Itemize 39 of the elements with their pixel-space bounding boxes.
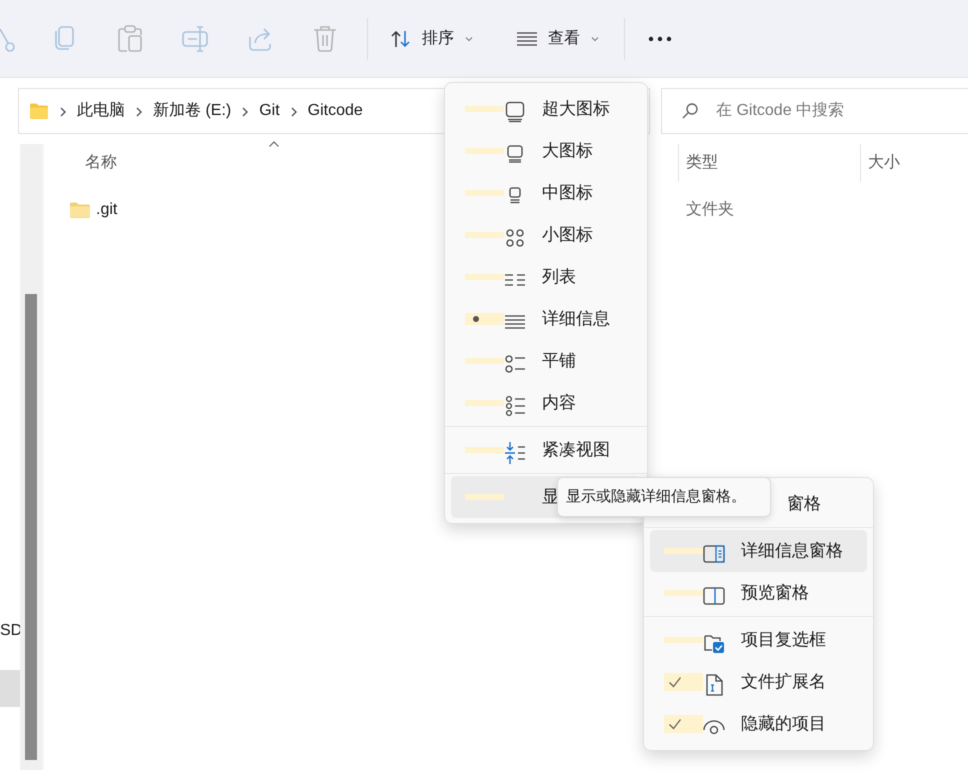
breadcrumb-link[interactable]: 此电脑 — [77, 99, 125, 123]
small-icons-icon — [504, 226, 526, 249]
breadcrumb-link[interactable]: Gitcode — [308, 99, 363, 123]
column-header[interactable]: 名称 — [85, 151, 117, 175]
search-icon — [681, 102, 699, 120]
column-header[interactable]: 类型 — [686, 151, 718, 175]
menu-item[interactable]: 详细信息窗格 — [650, 530, 867, 572]
menu-item[interactable]: 详细信息 — [451, 298, 641, 340]
menu-item[interactable]: 紧凑视图 — [451, 429, 641, 471]
menu-item[interactable]: 列表 — [451, 256, 641, 298]
search-field[interactable]: 在 Gitcode 中搜索 — [661, 88, 968, 134]
breadcrumb-link[interactable]: Git — [259, 99, 280, 123]
tooltip: 显示或隐藏详细信息窗格。 — [557, 477, 771, 517]
menu-item[interactable]: 中图标 — [451, 172, 641, 214]
menu-item[interactable]: 文件扩展名 — [650, 661, 867, 703]
tiles-icon — [504, 352, 526, 375]
file-type: 文件夹 — [685, 200, 734, 220]
extra-large-icons-icon — [504, 100, 526, 123]
details-pane-icon — [703, 542, 725, 565]
menu-item[interactable]: 小图标 — [451, 214, 641, 256]
menu-item[interactable]: 超大图标 — [451, 88, 641, 130]
breadcrumb-link[interactable]: 新加卷 (E:) — [153, 99, 232, 123]
folder-icon — [70, 202, 90, 218]
content-icon — [504, 394, 526, 417]
column-header[interactable]: 大小 — [868, 151, 900, 175]
view-button[interactable]: 查看 — [514, 22, 602, 54]
scrollbar-thumb[interactable] — [25, 294, 37, 760]
nav-item[interactable] — [0, 670, 22, 707]
more-icon — [647, 34, 673, 42]
menu-item[interactable]: 项目复选框 — [650, 619, 867, 661]
menu-item[interactable]: 隐藏的项目 — [650, 703, 867, 745]
menu-item[interactable]: 预览窗格 — [650, 572, 867, 614]
menu-item[interactable]: 平铺 — [451, 340, 641, 382]
folder-icon — [29, 102, 49, 120]
file-name[interactable]: .git — [96, 198, 118, 222]
menu-item[interactable]: 内容 — [451, 382, 641, 424]
compact-view-icon — [504, 442, 526, 464]
sort-button[interactable]: 排序 — [388, 22, 476, 54]
preview-pane-icon — [703, 584, 725, 607]
